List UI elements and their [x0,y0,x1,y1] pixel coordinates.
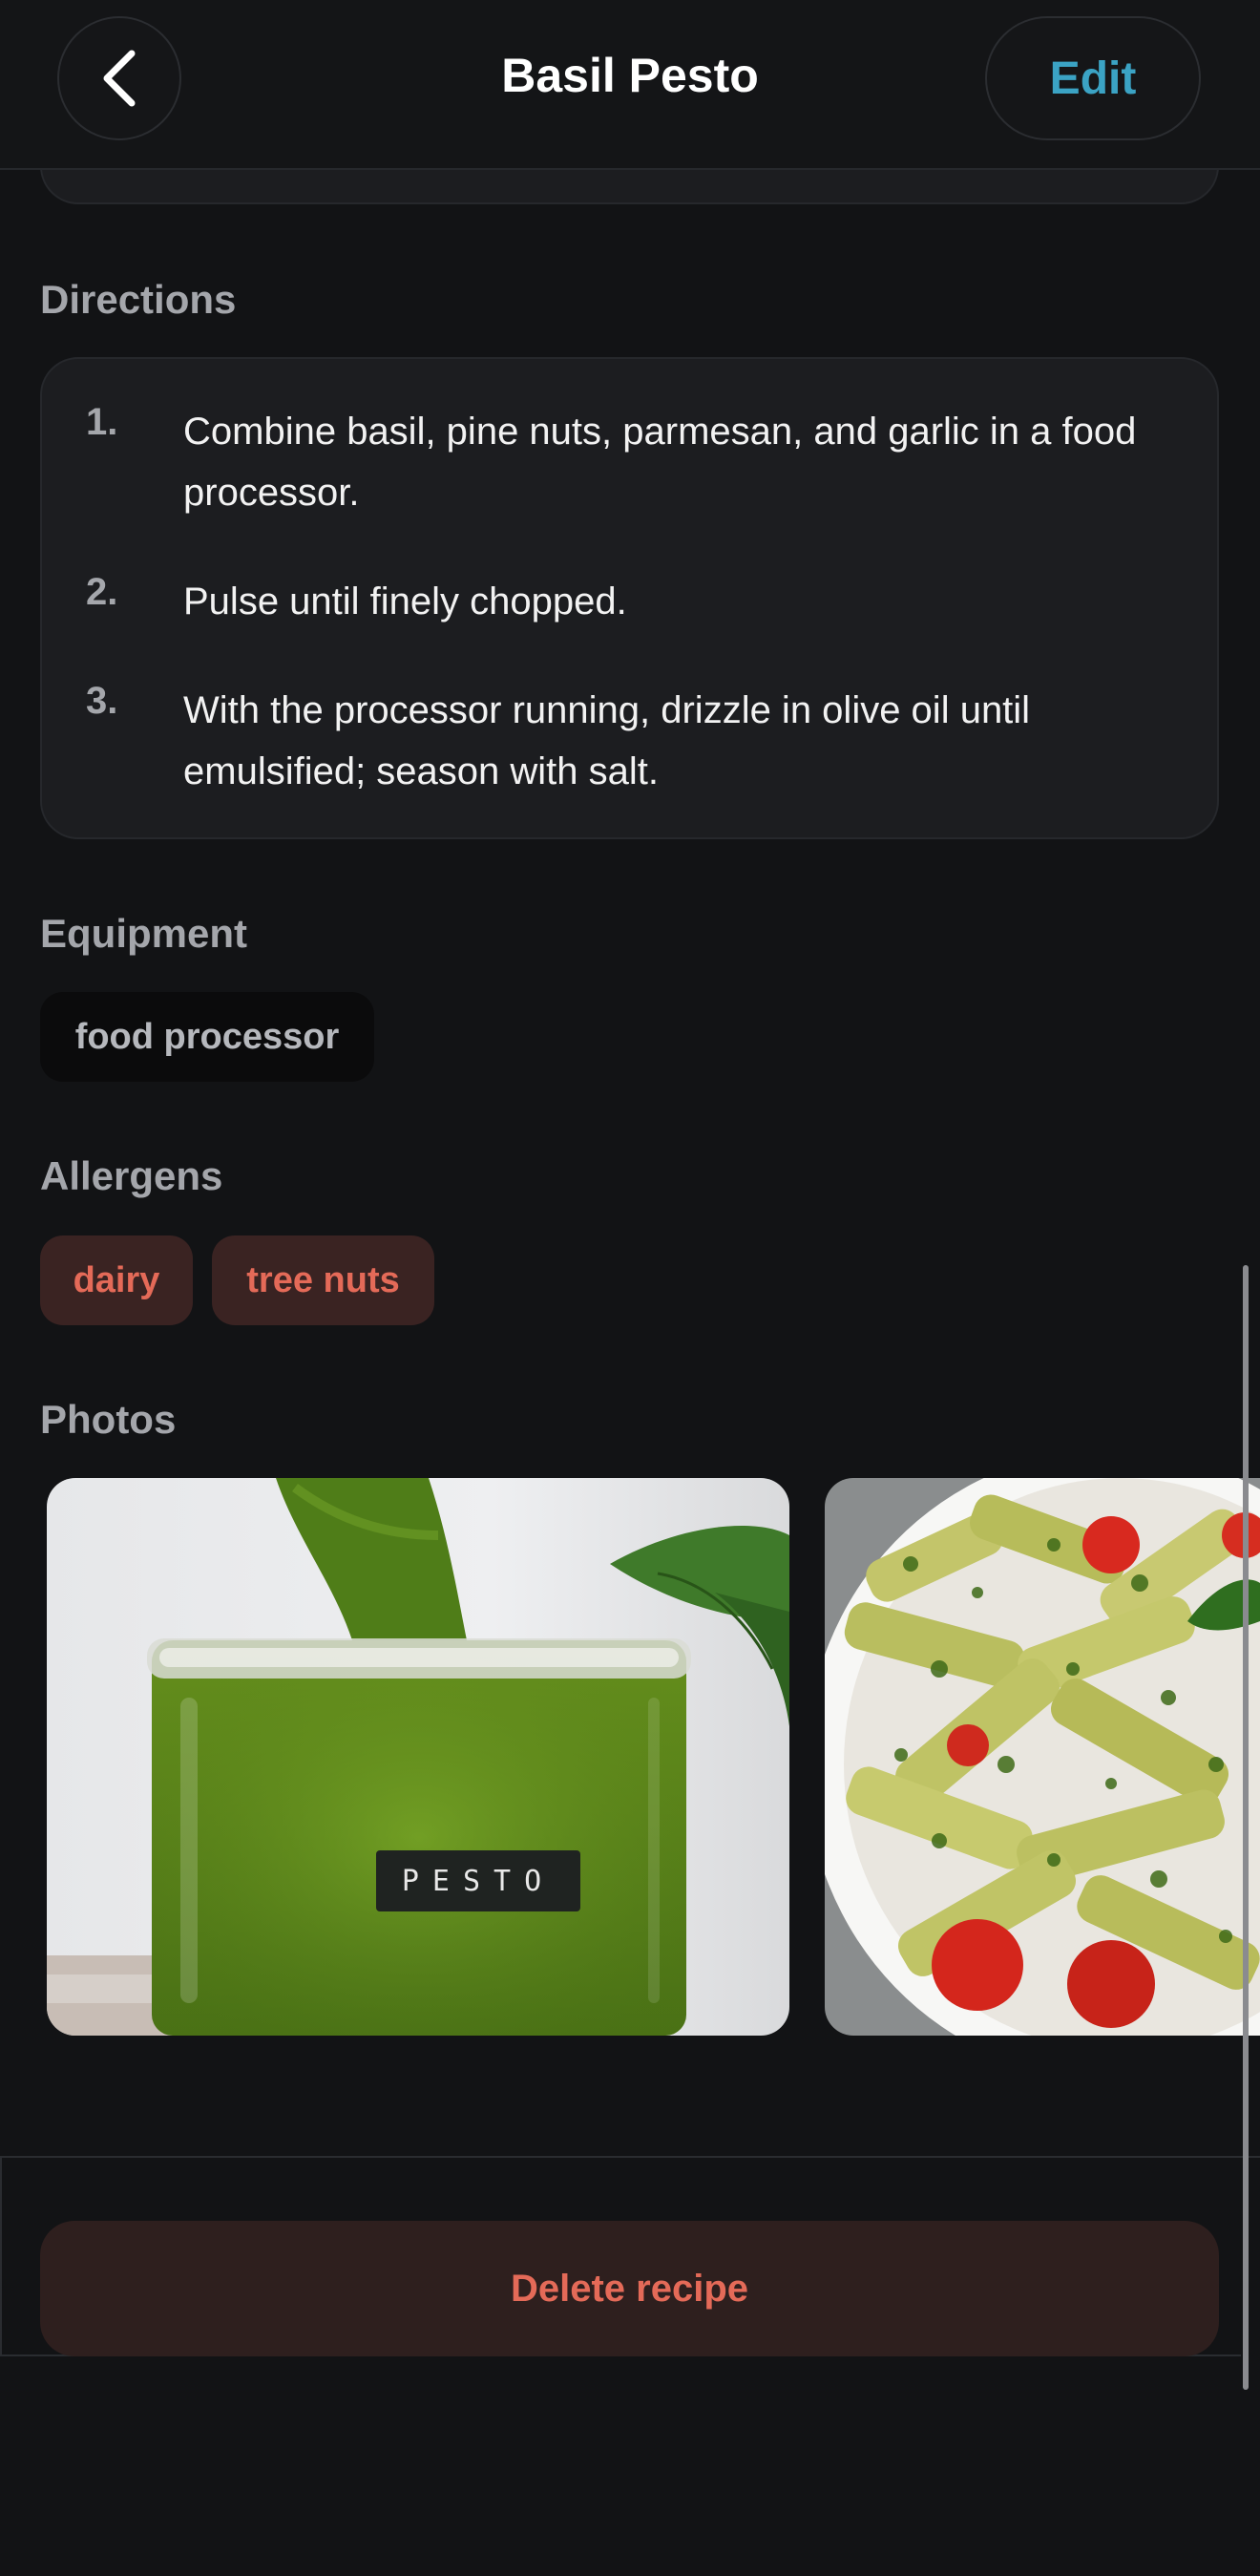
step-number: 3. [86,680,118,722]
equipment-chip: food processor [40,992,374,1082]
step-number: 1. [86,401,118,443]
delete-recipe-button[interactable]: Delete recipe [40,2221,1219,2356]
photos-label: Photos [40,1397,177,1442]
directions-label: Directions [40,277,237,322]
allergen-chip-dairy: dairy [40,1235,193,1325]
pesto-pasta-image [825,1478,1260,2036]
directions-card: 1. Combine basil, pine nuts, parmesan, a… [40,357,1219,839]
bottom-panel-edge [0,2156,2,2356]
scrollbar[interactable] [1243,1265,1249,2390]
recipe-detail-page: Basil Pesto Edit Directions 1. Combine b… [0,0,1260,2576]
edit-button[interactable]: Edit [985,16,1201,140]
pesto-pasta-photo[interactable] [825,1478,1260,2036]
navigation-header: Basil Pesto Edit [0,0,1260,170]
pesto-jar-photo[interactable]: PESTO [47,1478,789,2036]
step-number: 2. [86,571,118,613]
allergen-chip-tree-nuts: tree nuts [212,1235,434,1325]
step-text: With the processor running, drizzle in o… [183,689,1031,792]
step-text: Pulse until finely chopped. [183,581,627,623]
allergens-label: Allergens [40,1153,223,1198]
bottom-divider [0,2156,1260,2158]
step-text: Combine basil, pine nuts, parmesan, and … [183,411,1137,514]
jar-label-text: PESTO [402,1865,555,1898]
equipment-label: Equipment [40,911,247,956]
pesto-jar-image: PESTO [47,1478,789,2036]
